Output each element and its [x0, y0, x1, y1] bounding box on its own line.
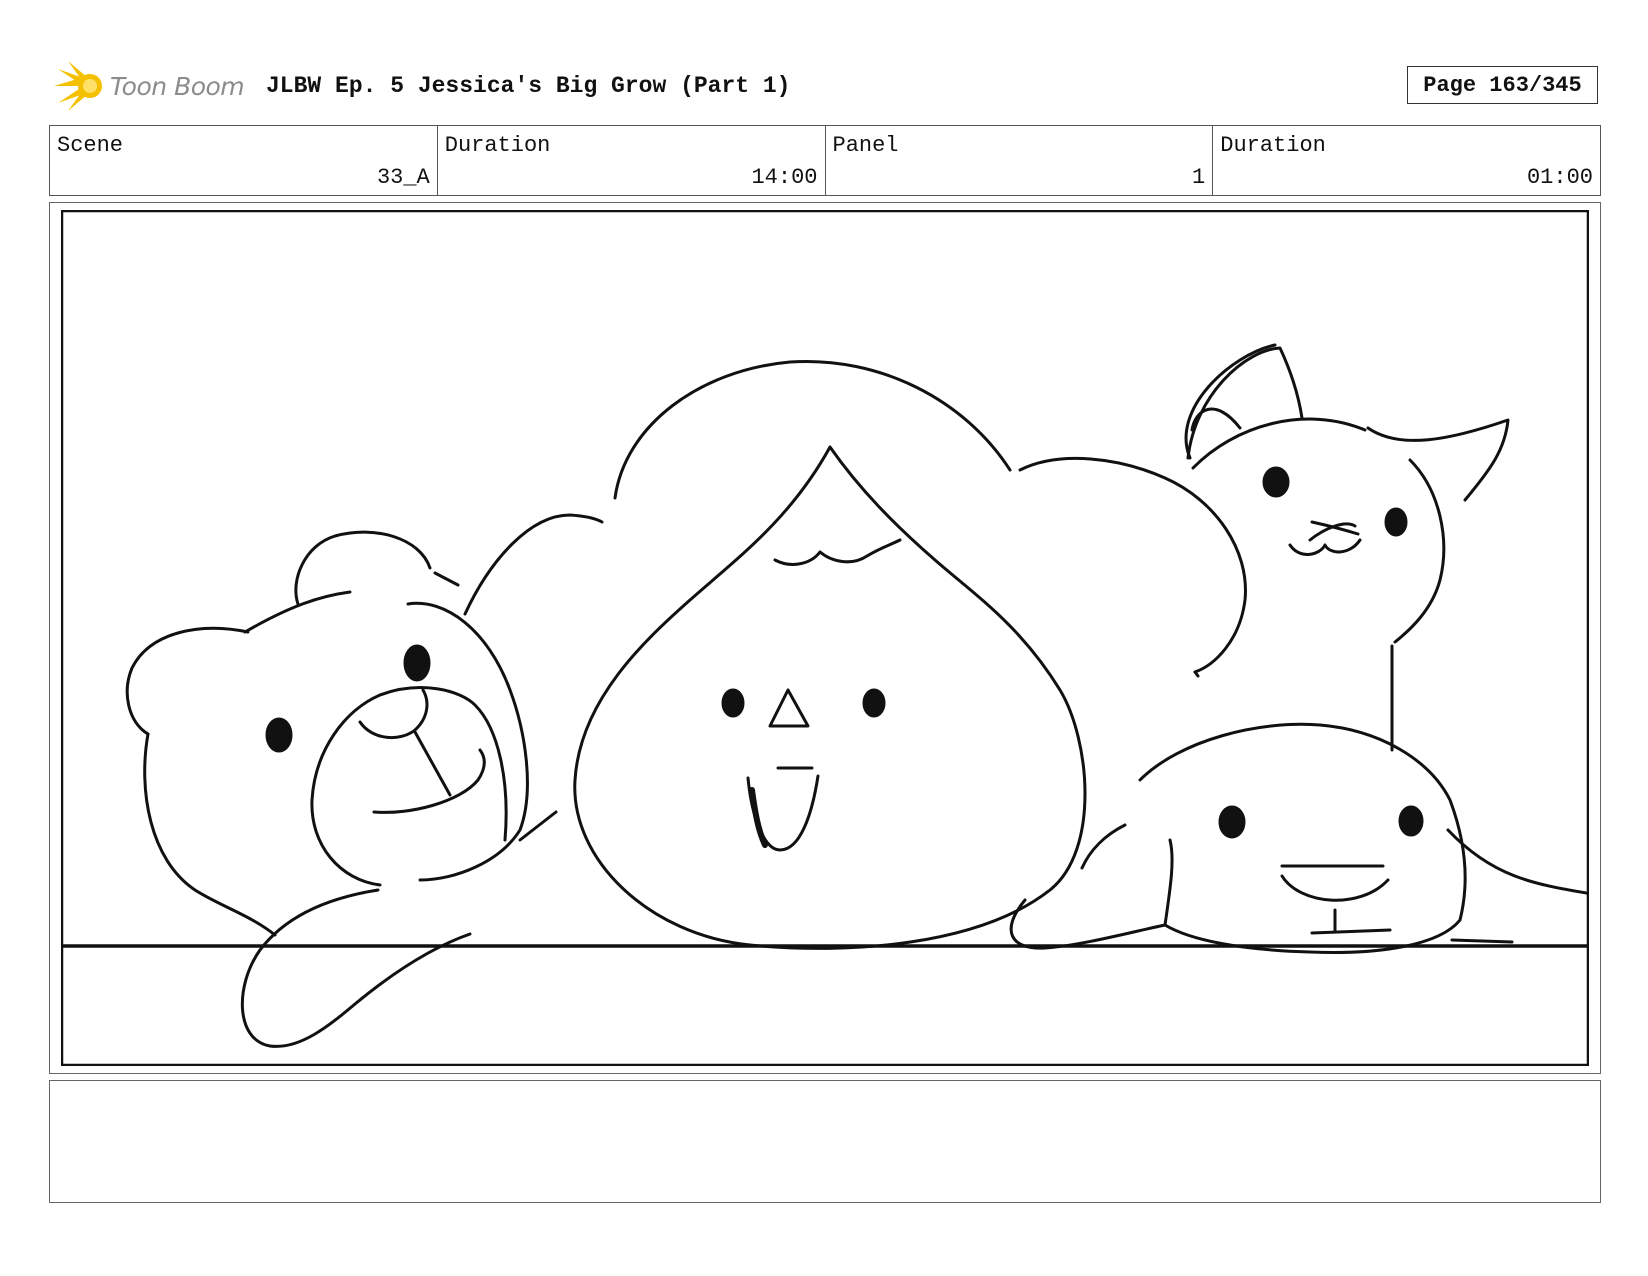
scene-duration-cell: Duration 14:00 [438, 126, 826, 195]
panel-duration-cell: Duration 01:00 [1213, 126, 1600, 195]
scene-label: Scene [57, 133, 124, 158]
toon-boom-logo-text: Toon Boom [110, 71, 245, 101]
teddy-bear-sketch [125, 530, 558, 1048]
camera-frame [61, 210, 1589, 1066]
seal-sketch [1009, 722, 1589, 954]
page-number: Page 163/345 [1407, 66, 1598, 104]
panel-label: Panel [832, 133, 899, 158]
panel-cell: Panel 1 [826, 126, 1214, 195]
scene-cell: Scene 33_A [50, 126, 438, 195]
panel-duration-label: Duration [1220, 133, 1326, 158]
scene-info-table: Scene 33_A Duration 14:00 Panel 1 Durati… [49, 125, 1601, 196]
scene-duration-value: 14:00 [751, 165, 818, 190]
jessica-blob-sketch [463, 359, 1247, 950]
toon-boom-logo: Toon Boom [52, 58, 248, 114]
document-title: JLBW Ep. 5 Jessica's Big Grow (Part 1) [266, 73, 791, 99]
panel-value: 1 [1192, 165, 1206, 190]
storyboard-panel-drawing [61, 210, 1589, 1066]
panel-duration-value: 01:00 [1526, 165, 1593, 190]
toon-boom-logo-icon [52, 59, 106, 113]
scene-duration-label: Duration [444, 133, 551, 158]
panel-notes-box [49, 1080, 1601, 1203]
cat-sketch [1184, 343, 1510, 752]
scene-value: 33_A [376, 165, 430, 190]
